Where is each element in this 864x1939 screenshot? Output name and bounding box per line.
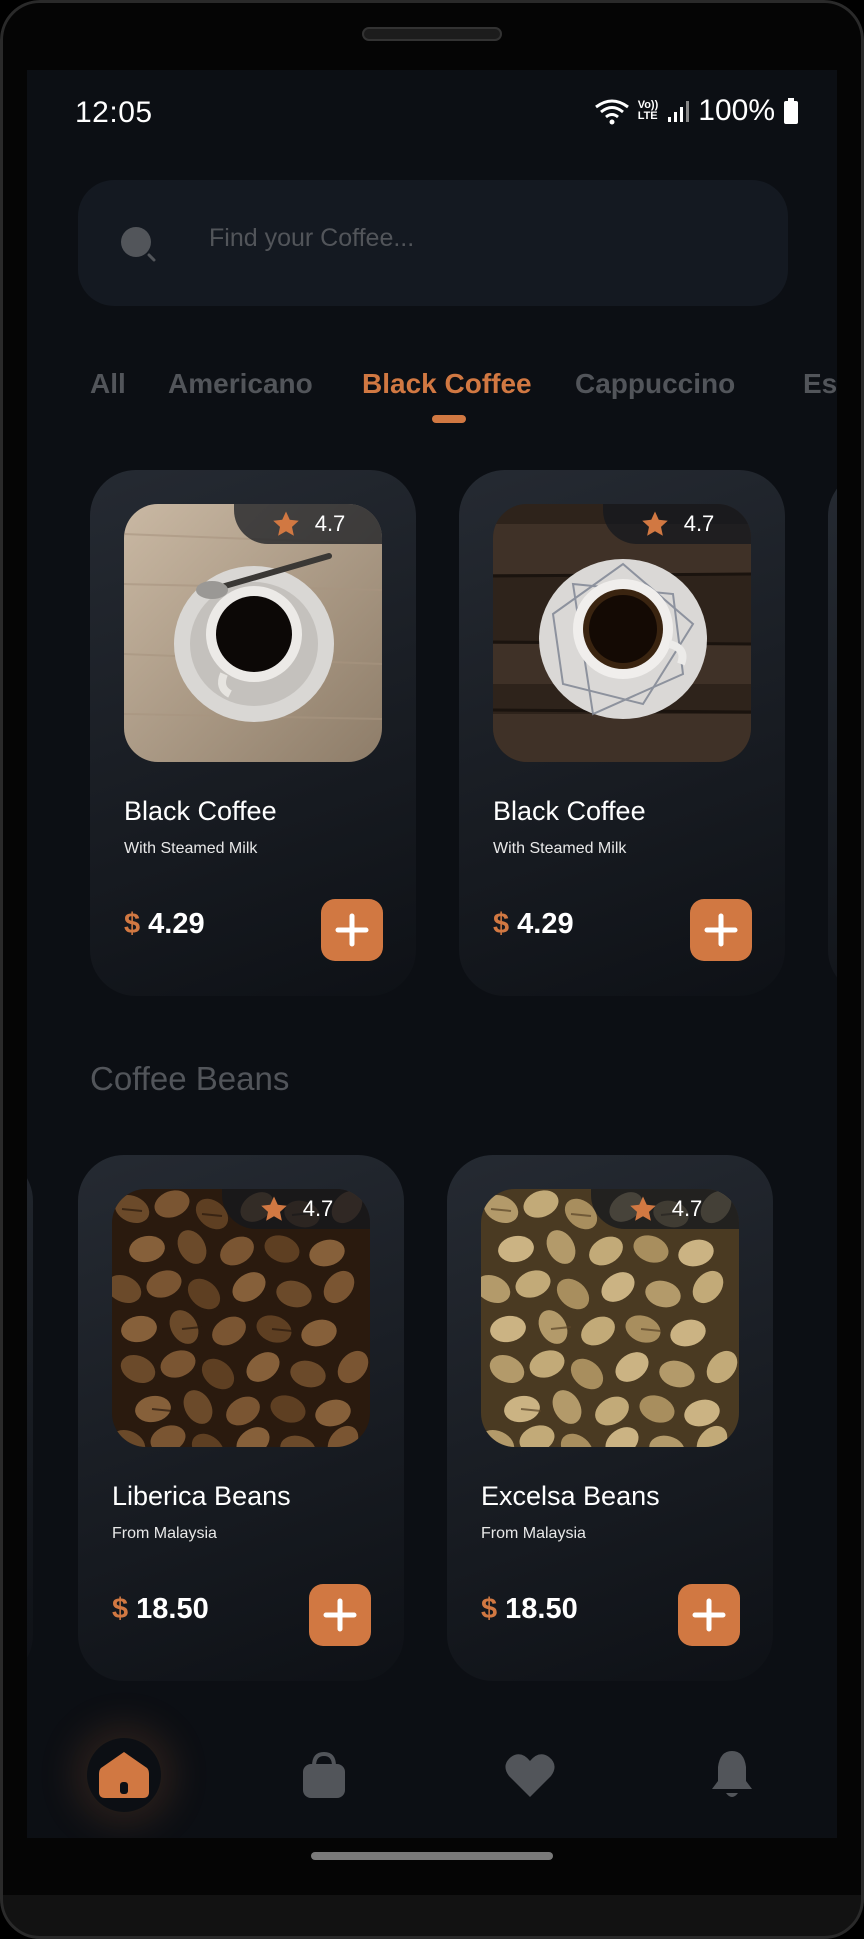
plus-icon: [704, 913, 738, 947]
coffee-card[interactable]: 4.7 Black Coffee With Steamed Milk $4.29: [459, 470, 785, 996]
coffee-name: Black Coffee: [493, 796, 646, 826]
bean-subtitle: From Malaysia: [481, 1525, 586, 1542]
price-value: 4.29: [148, 908, 205, 940]
category-tabs: All Americano Black Coffee Cappuccino Es…: [27, 360, 837, 420]
search-bar[interactable]: Find your Coffee...: [78, 180, 788, 306]
wifi-icon: [594, 99, 629, 125]
star-icon: [629, 1196, 656, 1221]
rating-value: 4.7: [683, 511, 715, 536]
coffee-price: $4.29: [124, 908, 205, 941]
coffee-name: Black Coffee: [124, 796, 277, 826]
currency-symbol: $: [493, 908, 510, 940]
battery-percent: 100%: [698, 94, 775, 127]
coffee-subtitle: With Steamed Milk: [124, 840, 258, 857]
coffee-price: $4.29: [493, 908, 574, 941]
search-input[interactable]: Find your Coffee...: [209, 224, 414, 253]
plus-icon: [692, 1598, 726, 1632]
nav-cart[interactable]: [287, 1738, 361, 1812]
bean-image: 4.7: [112, 1189, 370, 1447]
rating-value: 4.7: [314, 511, 346, 536]
rating-badge: 4.7: [603, 504, 751, 544]
coffee-card[interactable]: 4.7 Black Coffee With Steamed Milk $4.29: [90, 470, 416, 996]
add-to-cart-button[interactable]: [309, 1584, 371, 1646]
currency-symbol: $: [481, 1593, 498, 1625]
rating-value: 4.7: [671, 1196, 703, 1221]
star-icon: [272, 511, 299, 536]
active-tab-indicator: [432, 415, 466, 423]
add-to-cart-button[interactable]: [321, 899, 383, 961]
home-indicator[interactable]: [311, 1852, 553, 1860]
bean-name: Excelsa Beans: [481, 1481, 660, 1511]
home-icon: [99, 1752, 149, 1798]
status-time: 12:05: [75, 96, 153, 129]
nav-notifications[interactable]: [695, 1738, 769, 1812]
signal-icon: [668, 101, 690, 122]
price-value: 18.50: [505, 1593, 578, 1625]
rating-badge: 4.7: [591, 1189, 739, 1229]
phone-chin: [0, 1895, 864, 1939]
currency-symbol: $: [112, 1593, 129, 1625]
tab-espresso[interactable]: Esp: [803, 368, 837, 400]
add-to-cart-button[interactable]: [678, 1584, 740, 1646]
section-title-coffee-beans: Coffee Beans: [90, 1060, 290, 1097]
status-icons: Vo)) LTE 100%: [594, 94, 799, 128]
tab-all[interactable]: All: [90, 368, 126, 400]
bag-icon: [303, 1751, 345, 1798]
coffee-card-partial[interactable]: [828, 470, 837, 996]
bean-name: Liberica Beans: [112, 1481, 291, 1511]
battery-icon: [784, 98, 798, 124]
star-icon: [260, 1196, 287, 1221]
tab-black-coffee[interactable]: Black Coffee: [362, 368, 532, 400]
heart-icon: [505, 1754, 555, 1797]
nav-home[interactable]: [87, 1738, 161, 1812]
bean-price: $18.50: [481, 1593, 578, 1626]
status-bar: 12:05 Vo)) LTE 100%: [27, 70, 837, 156]
tab-cappuccino[interactable]: Cappuccino: [575, 368, 735, 400]
bell-icon: [712, 1751, 752, 1797]
rating-value: 4.7: [302, 1196, 334, 1221]
coffee-image: 4.7: [493, 504, 751, 762]
bean-image: 4.7: [481, 1189, 739, 1447]
star-icon: [641, 511, 668, 536]
speaker-grille: [362, 27, 502, 41]
coffee-image: 4.7: [124, 504, 382, 762]
phone-frame: 12:05 Vo)) LTE 100% Find your Coffee... …: [0, 0, 864, 1939]
rating-badge: 4.7: [222, 1189, 370, 1229]
volte-indicator: Vo)) LTE: [638, 100, 659, 122]
currency-symbol: $: [124, 908, 141, 940]
bottom-navigation: [27, 1710, 837, 1838]
bean-card-partial[interactable]: [27, 1155, 33, 1681]
price-value: 18.50: [136, 1593, 209, 1625]
bean-subtitle: From Malaysia: [112, 1525, 217, 1542]
coffee-subtitle: With Steamed Milk: [493, 840, 627, 857]
add-to-cart-button[interactable]: [690, 899, 752, 961]
tab-americano[interactable]: Americano: [168, 368, 313, 400]
rating-badge: 4.7: [234, 504, 382, 544]
bean-card[interactable]: 4.7 Excelsa Beans From Malaysia $18.50: [447, 1155, 773, 1681]
plus-icon: [335, 913, 369, 947]
bean-price: $18.50: [112, 1593, 209, 1626]
plus-icon: [323, 1598, 357, 1632]
nav-favorites[interactable]: [493, 1738, 567, 1812]
app-screen: 12:05 Vo)) LTE 100% Find your Coffee... …: [27, 70, 837, 1838]
search-icon: [121, 227, 156, 262]
volte-bottom-label: LTE: [637, 110, 658, 122]
bean-card[interactable]: 4.7 Liberica Beans From Malaysia $18.50: [78, 1155, 404, 1681]
price-value: 4.29: [517, 908, 574, 940]
